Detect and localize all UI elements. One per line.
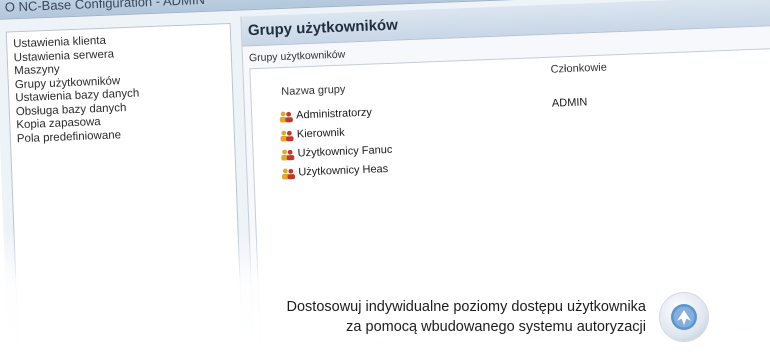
feature-caption: Dostosowuj indywidualne poziomy dostępu … <box>150 297 646 337</box>
group-name: Użytkownicy Fanuc <box>297 143 393 160</box>
group-members: ADMIN <box>551 96 588 110</box>
window-title: O NC-Base Configuration - ADMIN <box>4 0 206 15</box>
screenshot-stage: O NC-Base Configuration - ADMIN Ustawien… <box>0 0 770 354</box>
arrow-badge <box>660 293 708 341</box>
group-name: Kierownik <box>296 126 345 141</box>
caption-line-2: za pomocą wbudowanego systemu autoryzacj… <box>346 319 646 335</box>
users-icon <box>279 111 293 123</box>
users-icon <box>282 168 296 180</box>
sidebar-list: Ustawienia klienta Ustawienia serwera Ma… <box>7 24 234 146</box>
column-header-group-name[interactable]: Nazwa grupy <box>281 84 346 98</box>
table-body: Administratorzy ADMIN Kierownik Użytkown… <box>276 89 770 185</box>
column-header-members[interactable]: Członkowie <box>550 62 607 76</box>
arrow-icon <box>671 304 697 330</box>
users-icon <box>281 149 295 161</box>
group-name: Administratorzy <box>295 106 373 122</box>
caption-line-1: Dostosowuj indywidualne poziomy dostępu … <box>286 299 646 315</box>
users-icon <box>280 130 294 142</box>
group-name: Użytkownicy Heas <box>298 163 389 179</box>
